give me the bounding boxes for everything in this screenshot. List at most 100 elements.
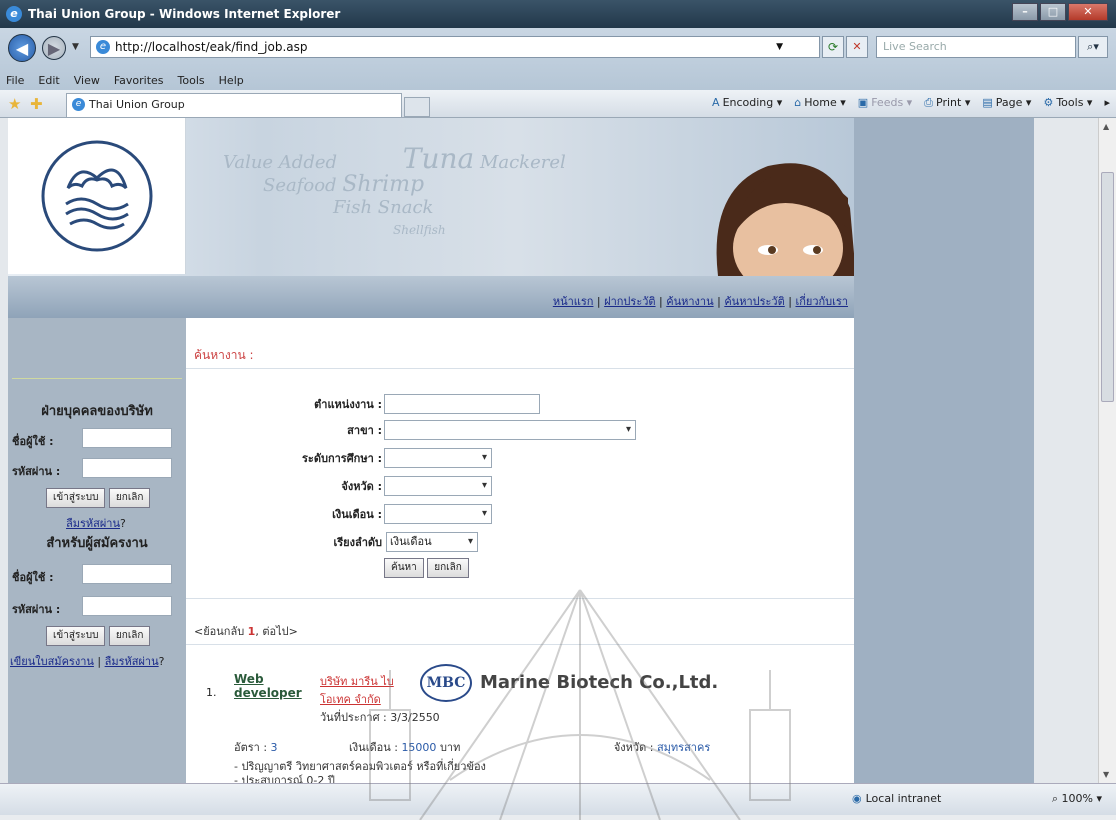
history-dropdown-icon[interactable]: ▼ [72, 42, 79, 52]
branch-label: สาขา : [347, 424, 382, 437]
live-search-input[interactable]: Live Search [876, 36, 1076, 58]
title-bar: e Thai Union Group - Windows Internet Ex… [0, 0, 1116, 28]
back-button[interactable]: ◀ [8, 34, 36, 62]
left-sidebar: ฝ่ายบุคคลของบริษัท ชื่อผู้ใช้ : รหัสผ่าน… [8, 318, 186, 783]
hr-forgot-password: ลืมรหัสผ่าน? [66, 517, 126, 530]
hero-word-mackerel: Mackerel [479, 152, 566, 173]
tools-menu-button[interactable]: ⚙ Tools ▾ [1043, 96, 1092, 110]
window-title: Thai Union Group - Windows Internet Expl… [28, 7, 341, 21]
menu-edit[interactable]: Edit [38, 74, 59, 87]
nav-find-job[interactable]: ค้นหางาน [666, 295, 713, 308]
position-label: ตำแหน่งงาน : [314, 398, 382, 411]
hr-username-input[interactable] [82, 428, 172, 448]
mbc-logo: MBC [420, 664, 472, 702]
command-bar: A Encoding ▾ ⌂ Home ▾ ▣ Feeds ▾ ⎙ Print ▾ ▤ P… [712, 96, 1110, 110]
hr-password-input[interactable] [82, 458, 172, 478]
scroll-down-icon[interactable]: ▼ [1103, 770, 1109, 779]
sort-select[interactable]: เงินเดือน [386, 532, 478, 552]
hero-word-tuna: Tuna [402, 142, 475, 175]
encoding-icon: A [712, 96, 720, 109]
hero-word-value-added: Value Added [223, 152, 338, 173]
position-input[interactable] [384, 394, 540, 414]
job-salary: 15000 [401, 741, 437, 754]
applicant-password-label: รหัสผ่าน : [12, 603, 61, 616]
applicant-username-input[interactable] [82, 564, 172, 584]
hr-forgot-password-link[interactable]: ลืมรหัสผ่าน [66, 517, 120, 530]
pager-next[interactable]: , ต่อไป> [255, 625, 297, 638]
feeds-button[interactable]: ▣ Feeds ▾ [858, 96, 912, 110]
favorites-star-icon[interactable]: ★ [8, 95, 21, 113]
scroll-thumb[interactable] [1101, 172, 1114, 402]
sort-row: เรียงลำดับ เงินเดือน [206, 532, 478, 552]
add-favorite-icon[interactable]: ✚ [30, 95, 43, 113]
hero-word-shrimp: Shrimp [342, 172, 425, 197]
print-button[interactable]: ⎙ Print ▾ [924, 96, 970, 110]
branch-select[interactable] [384, 420, 636, 440]
education-label: ระดับการศึกษา : [302, 452, 382, 465]
job-number: 1. [206, 686, 217, 699]
menu-bar: File Edit View Favorites Tools Help [0, 70, 244, 90]
search-cancel-button[interactable]: ยกเลิก [427, 558, 469, 578]
applicant-login-button[interactable]: เข้าสู่ระบบ [46, 626, 106, 646]
nav-home[interactable]: หน้าแรก [553, 295, 594, 308]
job-meta: อัตรา : 3 เงินเดือน : 15000 บาท จังหวัด … [234, 741, 711, 754]
new-tab-button[interactable] [404, 97, 430, 117]
security-zone[interactable]: ◉ Local intranet [852, 792, 941, 805]
close-button[interactable]: ✕ [1068, 3, 1108, 21]
window-controls: – □ ✕ [1012, 3, 1108, 21]
encoding-button[interactable]: A Encoding ▾ [712, 96, 782, 110]
pager-prev[interactable]: <ย้อนกลับ [194, 625, 244, 638]
address-text: http://localhost/eak/find_job.asp [115, 40, 308, 54]
hr-login-button[interactable]: เข้าสู่ระบบ [46, 488, 106, 508]
tab-bar: ★ ✚ e Thai Union Group A Encoding ▾ ⌂ Home… [0, 90, 1116, 118]
ie-window: e Thai Union Group - Windows Internet Ex… [0, 0, 1116, 820]
scroll-up-icon[interactable]: ▲ [1103, 122, 1109, 131]
menu-view[interactable]: View [74, 74, 100, 87]
job-title-link[interactable]: Web developer [234, 672, 302, 700]
salary-select[interactable] [384, 504, 492, 524]
stop-button[interactable]: ✕ [846, 36, 868, 58]
feeds-icon: ▣ [857, 96, 869, 109]
zoom-level[interactable]: ⌕ 100% ▾ [1052, 792, 1102, 806]
chevron-right-icon[interactable]: ▸ [1104, 96, 1110, 110]
sidebar-divider [12, 378, 182, 379]
forward-button[interactable]: ▶ [42, 36, 66, 60]
tab-label: Thai Union Group [89, 98, 185, 111]
logo-mark-icon [41, 140, 153, 252]
branch-row: สาขา : [206, 420, 636, 440]
menu-file[interactable]: File [6, 74, 24, 87]
register-link[interactable]: เขียนใบสมัครงาน [10, 655, 94, 668]
vertical-scrollbar[interactable]: ▲ ▼ [1098, 118, 1116, 783]
province-label: จังหวัด : [341, 480, 382, 493]
menu-help[interactable]: Help [219, 74, 244, 87]
maximize-button[interactable]: □ [1040, 3, 1066, 21]
menu-tools[interactable]: Tools [178, 74, 205, 87]
company-link[interactable]: บริษัท มารีน ไบโอเทค จำกัด [320, 672, 400, 708]
applicant-cancel-button[interactable]: ยกเลิก [108, 626, 151, 646]
menu-favorites[interactable]: Favorites [114, 74, 164, 87]
refresh-button[interactable]: ⟳ [822, 36, 844, 58]
nav-find-resume[interactable]: ค้นหาประวัติ [724, 295, 784, 308]
hr-cancel-button[interactable]: ยกเลิก [108, 488, 151, 508]
applicant-password-input[interactable] [82, 596, 172, 616]
search-button[interactable]: ⌕▾ [1078, 36, 1108, 58]
tab-page-icon: e [72, 98, 85, 111]
minimize-button[interactable]: – [1012, 3, 1038, 21]
page-menu-button[interactable]: ▤ Page ▾ [982, 96, 1031, 110]
pager-divider [186, 644, 854, 645]
applicant-forgot-link[interactable]: ลืมรหัสผ่าน [105, 655, 159, 668]
province-select[interactable] [384, 476, 492, 496]
hero-word-seafood: Seafood [263, 175, 337, 196]
address-field[interactable]: e http://localhost/eak/find_job.asp ▼ [90, 36, 820, 58]
education-select[interactable] [384, 448, 492, 468]
home-button[interactable]: ⌂ Home ▾ [794, 96, 846, 110]
sort-label: เรียงลำดับ [333, 536, 382, 549]
requirement-item: - ปริญญาตรี วิทยาศาสตร์คอมพิวเตอร์ หรือท… [234, 760, 486, 773]
search-button[interactable]: ค้นหา [384, 558, 424, 578]
nav-about[interactable]: เกี่ยวกับเรา [795, 295, 848, 308]
pager: <ย้อนกลับ 1, ต่อไป> [194, 622, 298, 640]
main-content: ค้นหางาน : ตำแหน่งงาน : สาขา : ระดับการศ… [186, 318, 854, 783]
nav-submit-resume[interactable]: ฝากประวัติ [604, 295, 655, 308]
address-dropdown-icon[interactable]: ▼ [776, 37, 783, 57]
tab-thai-union-group[interactable]: e Thai Union Group [66, 93, 402, 117]
